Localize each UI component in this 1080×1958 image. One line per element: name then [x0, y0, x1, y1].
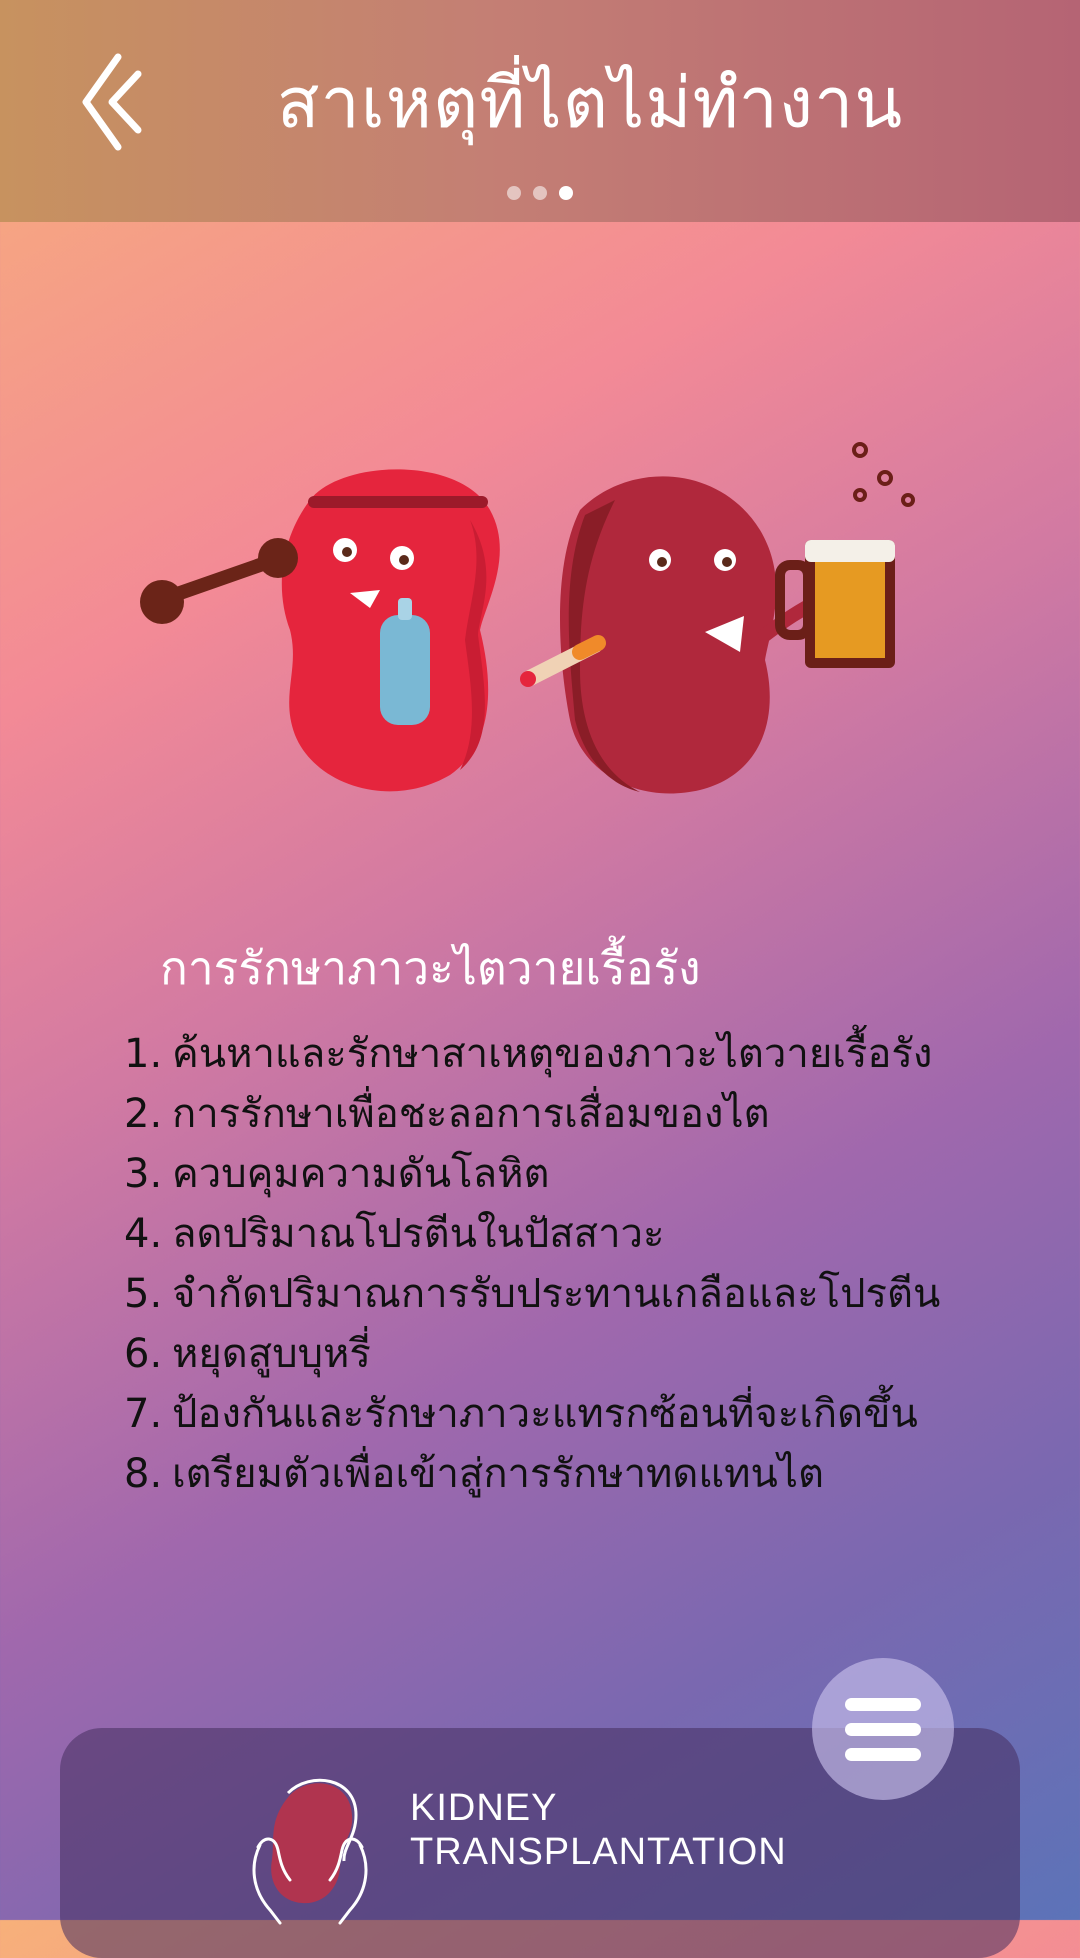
list-item: 1. ค้นหาและรักษาสาเหตุของภาวะไตวายเรื้อรั…: [124, 1024, 940, 1084]
step-number: 7.: [124, 1391, 163, 1437]
step-text: ป้องกันและรักษาภาวะแทรกซ้อนที่จะเกิดขึ้น: [172, 1391, 918, 1437]
list-item: 8. เตรียมตัวเพื่อเข้าสู่การรักษาทดแทนไต: [124, 1444, 940, 1504]
kidney-hands-logo-icon: [252, 1778, 368, 1925]
brand-name: KIDNEY TRANSPLANTATION: [410, 1786, 787, 1874]
page-title: สาเหตุที่ไตไม่ทำงาน: [276, 62, 904, 144]
step-text: จำกัดปริมาณการรับประทานเกลือและโปรตีน: [172, 1271, 941, 1317]
list-item: 7. ป้องกันและรักษาภาวะแทรกซ้อนที่จะเกิดขึ…: [124, 1384, 940, 1444]
step-number: 5.: [124, 1271, 163, 1317]
list-item: 5. จำกัดปริมาณการรับประทานเกลือและโปรตีน: [124, 1264, 940, 1324]
brand-line-1: KIDNEY: [410, 1787, 558, 1829]
brand-line-2: TRANSPLANTATION: [410, 1831, 787, 1873]
step-number: 4.: [124, 1211, 163, 1257]
unhealthy-kidney-character: [520, 442, 915, 794]
step-text: ลดปริมาณโปรตีนในปัสสาวะ: [172, 1211, 665, 1257]
step-text: หยุดสูบบุหรี่: [172, 1331, 371, 1377]
list-item: 6. หยุดสูบบุหรี่: [124, 1324, 940, 1384]
list-item: 3. ควบคุมความดันโลหิต: [124, 1144, 940, 1204]
list-item: 2. การรักษาเพื่อชะลอการเสื่อมของไต: [124, 1084, 940, 1144]
step-text: การรักษาเพื่อชะลอการเสื่อมของไต: [172, 1091, 770, 1137]
menu-button[interactable]: [812, 1658, 954, 1800]
page-dot[interactable]: [533, 186, 547, 200]
step-text: ควบคุมความดันโลหิต: [172, 1151, 550, 1197]
step-number: 8.: [124, 1451, 163, 1497]
treatment-steps-list: 1. ค้นหาและรักษาสาเหตุของภาวะไตวายเรื้อรั…: [124, 1024, 940, 1504]
kidney-characters-illustration: [140, 442, 915, 794]
step-number: 1.: [124, 1031, 163, 1077]
page-indicator: [0, 186, 1080, 200]
page-dot-active[interactable]: [559, 186, 573, 200]
step-number: 2.: [124, 1091, 163, 1137]
page-dot[interactable]: [507, 186, 521, 200]
step-number: 6.: [124, 1331, 163, 1377]
step-text: เตรียมตัวเพื่อเข้าสู่การรักษาทดแทนไต: [172, 1451, 824, 1497]
list-item: 4. ลดปริมาณโปรตีนในปัสสาวะ: [124, 1204, 940, 1264]
back-button[interactable]: [78, 52, 148, 152]
healthy-kidney-character: [140, 469, 500, 792]
section-title: การรักษาภาวะไตวายเรื้อรัง: [160, 941, 701, 995]
app-header: สาเหตุที่ไตไม่ทำงาน: [0, 0, 1080, 222]
step-number: 3.: [124, 1151, 163, 1197]
step-text: ค้นหาและรักษาสาเหตุของภาวะไตวายเรื้อรัง: [172, 1031, 933, 1077]
